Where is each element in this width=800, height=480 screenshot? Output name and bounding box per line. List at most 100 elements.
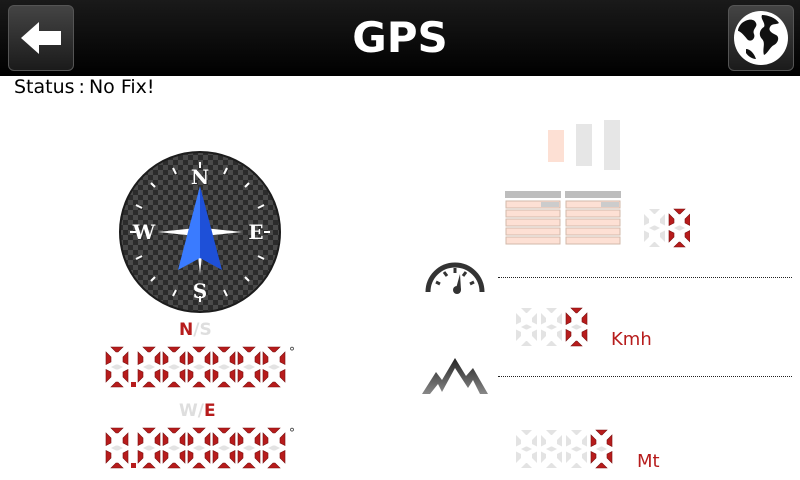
longitude-inactive-hemisphere: W (179, 401, 198, 421)
segment-e (668, 230, 675, 243)
segment-e (565, 329, 572, 342)
satellite-count-display (644, 208, 690, 248)
segment-g (546, 446, 557, 452)
segment-c (154, 450, 161, 464)
compass-west-label: W (132, 220, 156, 244)
segment-a (167, 346, 181, 353)
status-line: Status: No Fix! (14, 76, 155, 98)
decimal-point (131, 382, 136, 387)
segment-d (167, 462, 181, 469)
longitude-hemisphere: W/E (179, 401, 216, 421)
segment-d (110, 462, 124, 469)
digit (516, 308, 537, 346)
segment-a (521, 308, 532, 313)
segment-f (162, 432, 169, 446)
segment-g (571, 446, 582, 452)
segment-d (546, 341, 557, 346)
status-value: No Fix! (88, 76, 155, 98)
satellite-table (505, 191, 621, 245)
segment-d (267, 462, 281, 469)
segment-e (162, 450, 169, 464)
segment-f (590, 434, 597, 447)
segment-a (192, 346, 206, 353)
segment-b (684, 213, 690, 226)
segment-c (684, 230, 690, 243)
segment-b (154, 432, 161, 446)
segment-b (606, 434, 613, 447)
segment-b (179, 351, 186, 365)
segment-d (217, 462, 231, 469)
segment-d (595, 462, 608, 469)
segment-g (571, 324, 582, 330)
segment-d (673, 241, 686, 248)
segment-a (110, 346, 124, 353)
digit (668, 208, 690, 248)
segment-e (516, 329, 521, 341)
signal-strength-icon (548, 120, 620, 170)
segment-f (162, 351, 169, 365)
segment-e (237, 369, 244, 383)
segment-d (546, 463, 557, 468)
segment-a (242, 346, 256, 353)
segment-f (187, 351, 194, 365)
segment-g (193, 364, 205, 370)
segment-b (557, 313, 562, 325)
segment-f (137, 351, 144, 365)
segment-a (267, 427, 281, 434)
segment-g (143, 364, 155, 370)
segment-e (644, 230, 649, 242)
digit (105, 427, 129, 469)
segment-c (532, 329, 537, 341)
segment-g (268, 364, 280, 370)
segment-g (143, 445, 155, 451)
segment-a (546, 308, 557, 313)
segment-d (521, 341, 532, 346)
digit (541, 430, 562, 468)
segment-f (237, 432, 244, 446)
segment-f (516, 435, 521, 447)
globe-button[interactable] (728, 5, 794, 71)
segment-g (168, 364, 180, 370)
segment-d (110, 381, 124, 388)
digit (237, 427, 261, 469)
segment-f (565, 312, 572, 325)
digit (137, 346, 161, 388)
segment-f (644, 214, 649, 226)
segment-b (279, 351, 286, 365)
mountain-icon (422, 358, 488, 394)
segment-g (218, 364, 230, 370)
segment-b (532, 313, 537, 325)
arrow-left-icon (21, 22, 61, 54)
segment-a (142, 346, 156, 353)
segment-c (660, 230, 665, 242)
segment-e (105, 450, 112, 464)
segment-c (122, 450, 129, 464)
digit (262, 427, 286, 469)
segment-a (571, 430, 582, 435)
segment-b (660, 214, 665, 226)
segment-e (137, 369, 144, 383)
latitude-inactive-hemisphere: S (199, 320, 212, 340)
segment-a (217, 346, 231, 353)
globe-icon (734, 11, 788, 65)
segment-e (541, 329, 546, 341)
segment-g (111, 445, 123, 451)
segment-g (218, 445, 230, 451)
speed-unit: Kmh (611, 329, 652, 350)
segment-c (557, 329, 562, 341)
segment-c (532, 451, 537, 463)
back-button[interactable] (8, 5, 74, 71)
longitude-active-hemisphere: E (203, 401, 216, 421)
latitude-display: ° (105, 345, 294, 388)
segment-c (122, 369, 129, 383)
segment-f (137, 432, 144, 446)
page-title: GPS (352, 13, 448, 62)
segment-g (649, 225, 660, 231)
segment-f (262, 351, 269, 365)
digit (237, 346, 261, 388)
segment-d (242, 462, 256, 469)
segment-b (154, 351, 161, 365)
digit (212, 427, 236, 469)
segment-c (279, 369, 286, 383)
segment-e (162, 369, 169, 383)
